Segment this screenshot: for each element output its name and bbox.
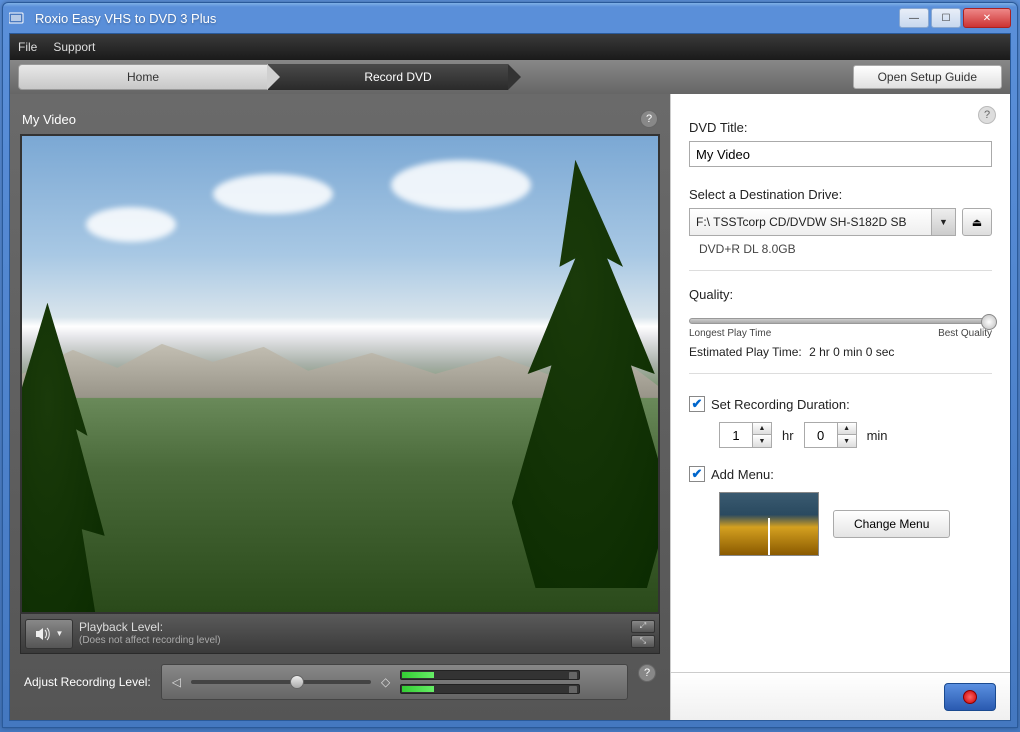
app-icon xyxy=(9,11,27,25)
drive-selected-value: F:\ TSSTcorp CD/DVDW SH-S182D SB xyxy=(696,215,907,229)
playback-level-note: (Does not affect recording level) xyxy=(79,635,625,647)
recording-level-box: ◁ ◇ xyxy=(161,664,628,700)
tab-record-label: Record DVD xyxy=(364,70,431,84)
chevron-down-icon: ▼ xyxy=(56,629,64,638)
quality-label: Quality: xyxy=(689,287,992,302)
recording-level-slider[interactable] xyxy=(191,680,371,684)
app-body: File Support Home Record DVD Open Setup … xyxy=(9,33,1011,721)
help-icon[interactable]: ? xyxy=(640,110,658,128)
app-window: Roxio Easy VHS to DVD 3 Plus — ☐ ✕ File … xyxy=(2,2,1018,728)
duration-minutes-input[interactable] xyxy=(804,422,838,448)
preview-panel: My Video ? ▼ Playback L xyxy=(10,94,670,720)
close-button[interactable]: ✕ xyxy=(963,8,1011,28)
help-icon[interactable]: ? xyxy=(978,106,996,124)
eject-icon: ⏏ xyxy=(972,216,982,229)
mute-button[interactable]: ▼ xyxy=(25,619,73,649)
menubar: File Support xyxy=(10,34,1010,60)
playback-bar: ▼ Playback Level: (Does not affect recor… xyxy=(20,614,660,654)
menu-thumbnail[interactable] xyxy=(719,492,819,556)
hours-unit-label: hr xyxy=(782,428,794,443)
plus-icon: ◇ xyxy=(381,675,390,689)
bottom-bar xyxy=(671,672,1010,720)
destination-drive-label: Select a Destination Drive: xyxy=(689,187,992,202)
expand-in-icon[interactable]: ⤡ xyxy=(631,635,655,648)
dvd-title-label: DVD Title: xyxy=(689,120,992,135)
hours-down-button[interactable]: ▼ xyxy=(753,435,771,447)
set-duration-label: Set Recording Duration: xyxy=(711,397,850,412)
window-title: Roxio Easy VHS to DVD 3 Plus xyxy=(35,11,899,26)
tab-record-dvd[interactable]: Record DVD xyxy=(268,64,508,90)
video-preview xyxy=(20,134,660,614)
set-duration-checkbox[interactable]: ✔ xyxy=(689,396,705,412)
record-button[interactable] xyxy=(944,683,996,711)
minus-icon: ◁ xyxy=(172,675,181,689)
maximize-button[interactable]: ☐ xyxy=(931,8,961,28)
tab-home-label: Home xyxy=(127,70,159,84)
menu-support[interactable]: Support xyxy=(53,40,95,54)
adjust-recording-label: Adjust Recording Level: xyxy=(24,675,151,689)
expand-out-icon[interactable]: ⤢ xyxy=(631,620,655,633)
menu-file[interactable]: File xyxy=(18,40,37,54)
tab-row: Home Record DVD Open Setup Guide xyxy=(10,60,1010,94)
slider-thumb[interactable] xyxy=(290,675,304,689)
video-frame xyxy=(22,136,658,612)
minutes-down-button[interactable]: ▼ xyxy=(838,435,856,447)
quality-max-label: Best Quality xyxy=(938,328,992,339)
estimated-time-label: Estimated Play Time: xyxy=(689,345,802,359)
playback-level-label: Playback Level: xyxy=(79,620,625,634)
vu-meters xyxy=(400,670,580,694)
record-icon xyxy=(963,690,977,704)
titlebar: Roxio Easy VHS to DVD 3 Plus — ☐ ✕ xyxy=(3,3,1017,33)
open-setup-guide-button[interactable]: Open Setup Guide xyxy=(853,65,1002,89)
eject-button[interactable]: ⏏ xyxy=(962,208,992,236)
slider-thumb[interactable] xyxy=(981,314,997,330)
destination-drive-select[interactable]: F:\ TSSTcorp CD/DVDW SH-S182D SB ▼ xyxy=(689,208,956,236)
minutes-unit-label: min xyxy=(867,428,888,443)
minutes-up-button[interactable]: ▲ xyxy=(838,423,856,435)
add-menu-label: Add Menu: xyxy=(711,467,774,482)
drive-media-info: DVD+R DL 8.0GB xyxy=(699,242,992,256)
tab-home[interactable]: Home xyxy=(18,64,268,90)
quality-min-label: Longest Play Time xyxy=(689,328,771,339)
change-menu-button[interactable]: Change Menu xyxy=(833,510,950,538)
chevron-down-icon: ▼ xyxy=(931,209,955,235)
add-menu-checkbox[interactable]: ✔ xyxy=(689,466,705,482)
minimize-button[interactable]: — xyxy=(899,8,929,28)
estimated-time-value: 2 hr 0 min 0 sec xyxy=(809,345,894,359)
dvd-title-input[interactable] xyxy=(689,141,992,167)
hours-up-button[interactable]: ▲ xyxy=(753,423,771,435)
preview-title: My Video xyxy=(22,112,640,127)
quality-slider[interactable] xyxy=(689,318,992,324)
duration-hours-input[interactable] xyxy=(719,422,753,448)
help-icon[interactable]: ? xyxy=(638,664,656,682)
settings-panel: ? DVD Title: Select a Destination Drive:… xyxy=(670,94,1010,720)
